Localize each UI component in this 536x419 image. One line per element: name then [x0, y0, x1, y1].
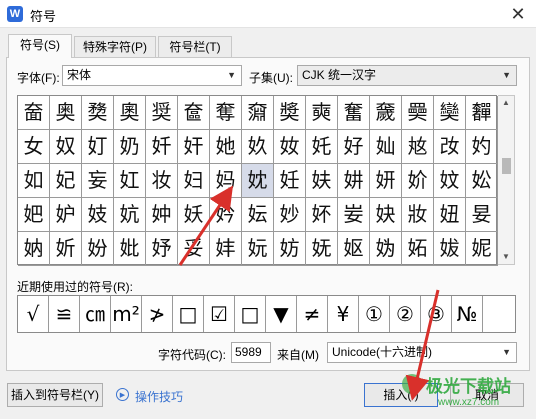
tab-symbols[interactable]: 符号(S): [8, 34, 72, 58]
arrow-to-selected-symbol: [178, 185, 233, 266]
arrow-to-insert-button: [405, 289, 440, 401]
annotation-arrows: [178, 185, 440, 401]
